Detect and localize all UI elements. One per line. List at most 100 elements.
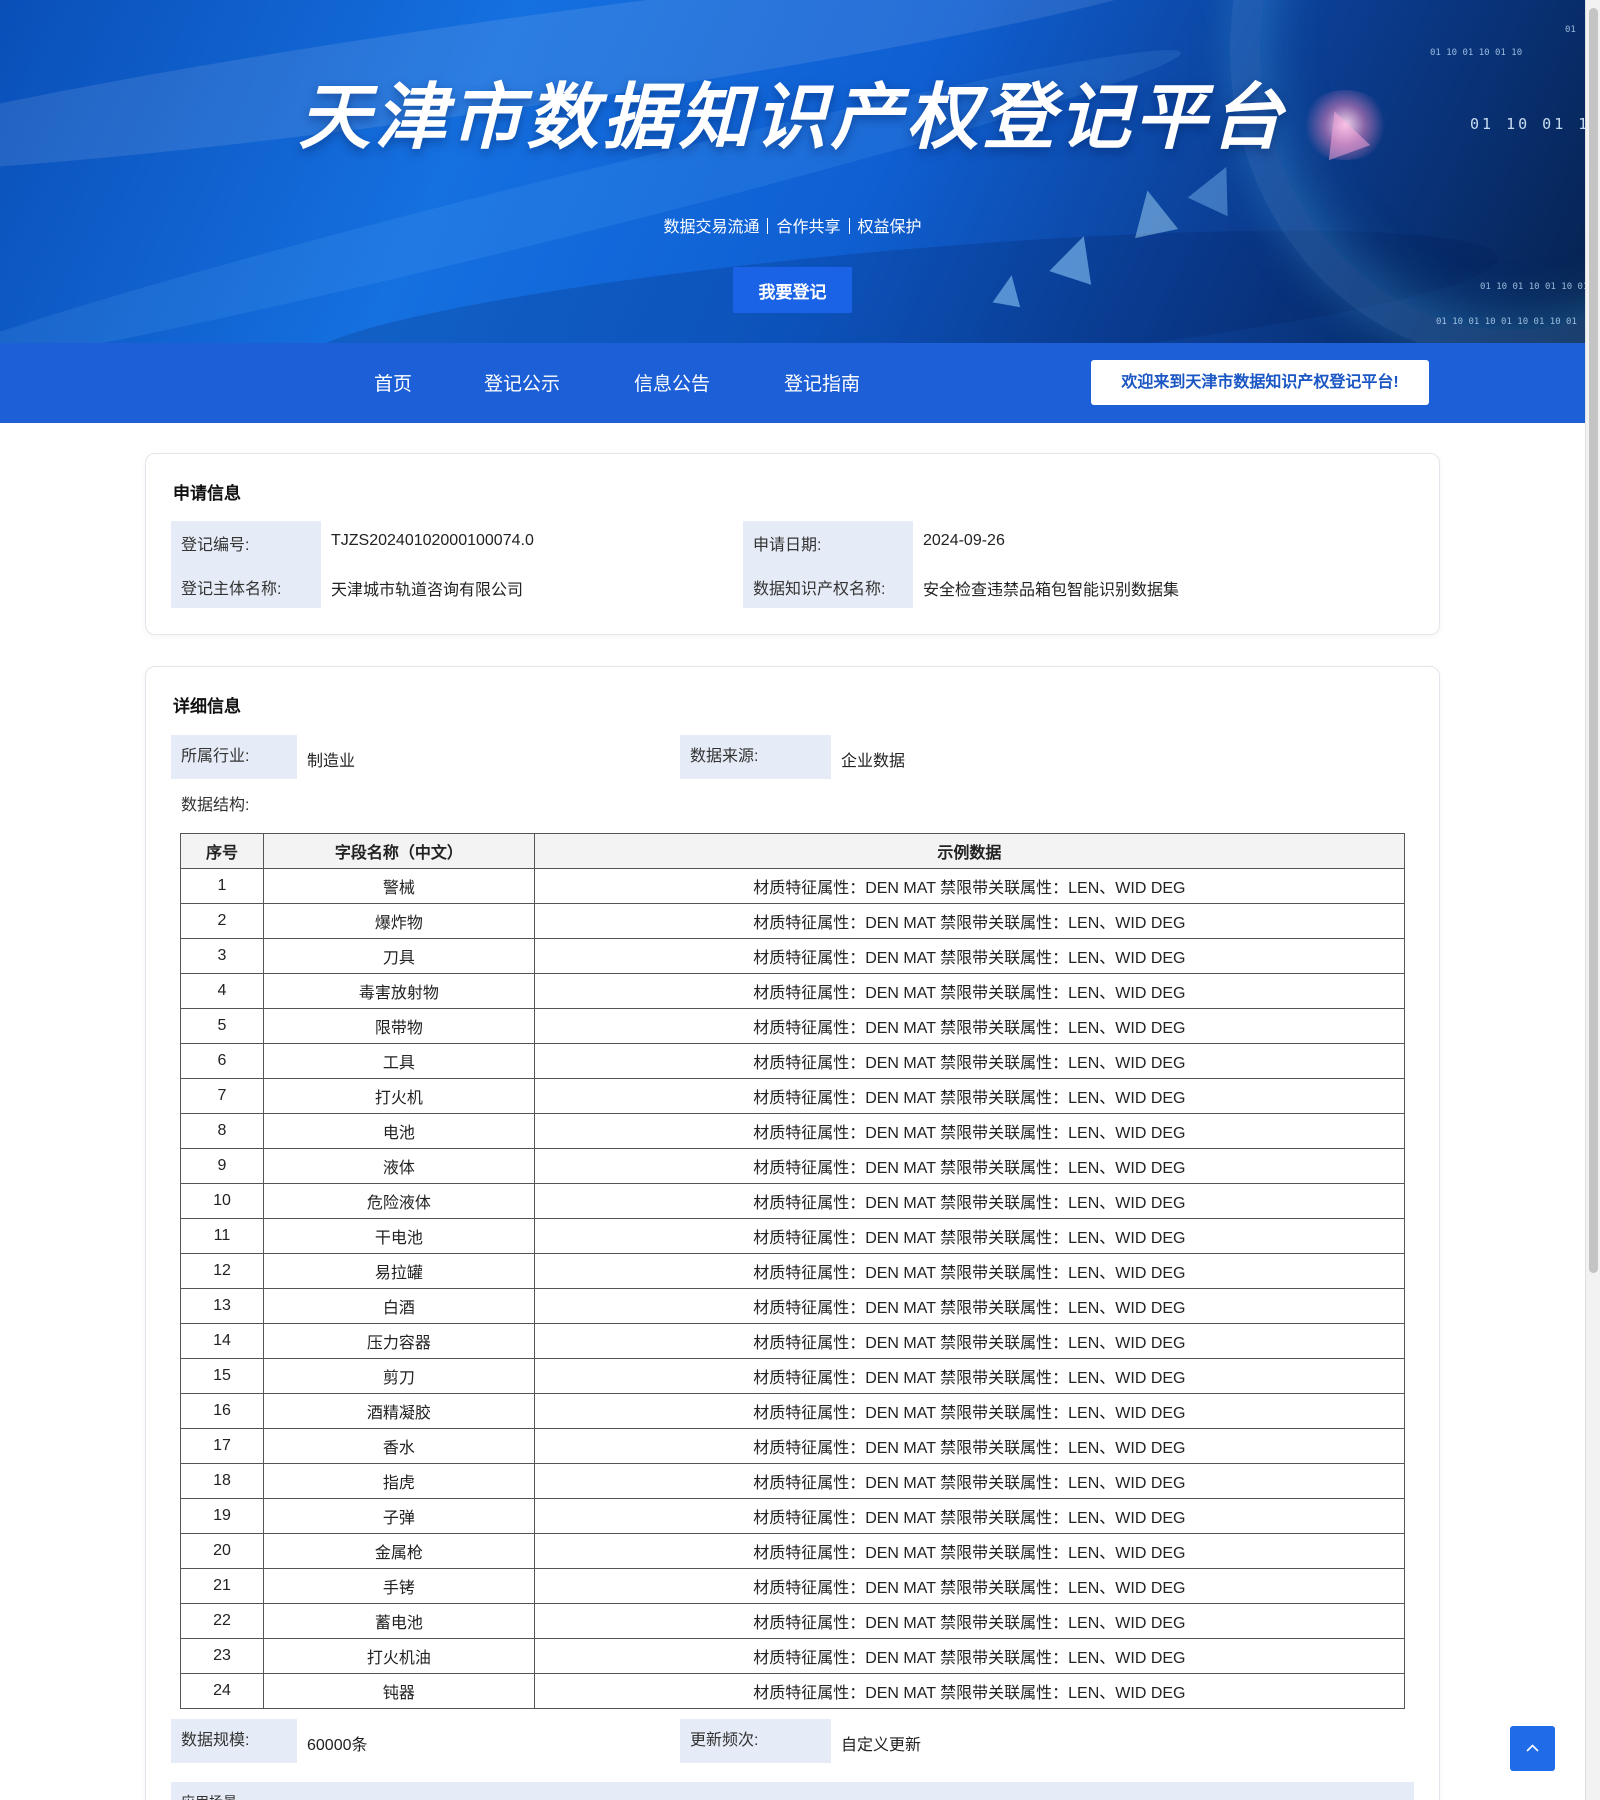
- register-button[interactable]: 我要登记: [733, 267, 852, 313]
- table-row: 8 电池 材质特征属性：DEN MAT 禁限带关联属性：LEN、WID DEG: [180, 1113, 1406, 1149]
- cell-index: 8: [180, 1113, 264, 1149]
- cell-index: 22: [180, 1603, 264, 1639]
- scrollbar-thumb[interactable]: [1589, 8, 1598, 1273]
- cell-sample-data: 材质特征属性：DEN MAT 禁限带关联属性：LEN、WID DEG: [533, 1603, 1406, 1639]
- reg-no-label: 登记编号:: [181, 537, 250, 554]
- cell-sample-data: 材质特征属性：DEN MAT 禁限带关联属性：LEN、WID DEG: [533, 1358, 1406, 1394]
- cell-index: 17: [180, 1428, 264, 1464]
- cell-field-name: 子弹: [262, 1498, 535, 1534]
- cell-field-name: 毒害放射物: [262, 973, 535, 1009]
- subtitle-divider: [767, 218, 769, 234]
- table-row: 15 剪刀 材质特征属性：DEN MAT 禁限带关联属性：LEN、WID DEG: [180, 1358, 1406, 1394]
- table-row: 13 白酒 材质特征属性：DEN MAT 禁限带关联属性：LEN、WID DEG: [180, 1288, 1406, 1324]
- page-scrollbar[interactable]: [1585, 0, 1600, 1800]
- frequency-label: 更新频次:: [680, 1719, 831, 1763]
- cell-field-name: 危险液体: [262, 1183, 535, 1219]
- card-title: 详细信息: [173, 697, 241, 716]
- table-body: 1 警械 材质特征属性：DEN MAT 禁限带关联属性：LEN、WID DEG 2 爆炸…: [180, 868, 1406, 1709]
- cell-index: 14: [180, 1323, 264, 1359]
- ip-name-value: 安全检查违禁品箱包智能识别数据集: [923, 582, 1180, 599]
- cell-index: 16: [180, 1393, 264, 1429]
- table-row: 19 子弹 材质特征属性：DEN MAT 禁限带关联属性：LEN、WID DEG: [180, 1498, 1406, 1534]
- cell-field-name: 工具: [262, 1043, 535, 1079]
- cell-index: 4: [180, 973, 264, 1009]
- cell-field-name: 液体: [262, 1148, 535, 1184]
- cell-index: 21: [180, 1568, 264, 1604]
- nav-item-announcements[interactable]: 信息公告: [634, 369, 710, 396]
- data-structure-table: 序号 字段名称（中文） 示例数据 1 警械 材质特征属性：DEN MAT 禁限带关联…: [180, 833, 1406, 1709]
- cell-field-name: 蓄电池: [262, 1603, 535, 1639]
- table-row: 2 爆炸物 材质特征属性：DEN MAT 禁限带关联属性：LEN、WID DEG: [180, 903, 1406, 939]
- cell-field-name: 打火机油: [262, 1638, 535, 1674]
- cell-sample-data: 材质特征属性：DEN MAT 禁限带关联属性：LEN、WID DEG: [533, 1008, 1406, 1044]
- cell-field-name: 指虎: [262, 1463, 535, 1499]
- table-row: 1 警械 材质特征属性：DEN MAT 禁限带关联属性：LEN、WID DEG: [180, 868, 1406, 904]
- hero-banner: 01 10 01 10 01 10 01 10 01 10 0 01 10 01…: [0, 0, 1585, 343]
- table-row: 21 手铐 材质特征属性：DEN MAT 禁限带关联属性：LEN、WID DEG: [180, 1568, 1406, 1604]
- table-row: 9 液体 材质特征属性：DEN MAT 禁限带关联属性：LEN、WID DEG: [180, 1148, 1406, 1184]
- cell-index: 23: [180, 1638, 264, 1674]
- binary-decor: 01 10 01 10 01 10 01 10 01: [1436, 317, 1577, 327]
- cell-index: 3: [180, 938, 264, 974]
- nav-item-home[interactable]: 首页: [374, 369, 412, 396]
- usage-label: 应用场景: [181, 1792, 237, 1800]
- table-row: 6 工具 材质特征属性：DEN MAT 禁限带关联属性：LEN、WID DEG: [180, 1043, 1406, 1079]
- main-nav: 首页 登记公示 信息公告 登记指南 欢迎来到天津市数据知识产权登记平台!: [0, 343, 1585, 423]
- binary-decor: 01 10 01 10 01 10 01 0: [1480, 282, 1585, 292]
- table-row: 18 指虎 材质特征属性：DEN MAT 禁限带关联属性：LEN、WID DEG: [180, 1463, 1406, 1499]
- table-row: 14 压力容器 材质特征属性：DEN MAT 禁限带关联属性：LEN、WID DEG: [180, 1323, 1406, 1359]
- table-row: 7 打火机 材质特征属性：DEN MAT 禁限带关联属性：LEN、WID DEG: [180, 1078, 1406, 1114]
- cell-field-name: 手铐: [262, 1568, 535, 1604]
- binary-decor: 01 10 01 10 01 10: [1430, 48, 1523, 58]
- cell-sample-data: 材质特征属性：DEN MAT 禁限带关联属性：LEN、WID DEG: [533, 1288, 1406, 1324]
- subject-value: 天津城市轨道咨询有限公司: [331, 582, 524, 599]
- cell-index: 12: [180, 1253, 264, 1289]
- table-row: 23 打火机油 材质特征属性：DEN MAT 禁限带关联属性：LEN、WID DEG: [180, 1638, 1406, 1674]
- cell-index: 19: [180, 1498, 264, 1534]
- cell-index: 7: [180, 1078, 264, 1114]
- cell-sample-data: 材质特征属性：DEN MAT 禁限带关联属性：LEN、WID DEG: [533, 1568, 1406, 1604]
- table-row: 24 钝器 材质特征属性：DEN MAT 禁限带关联属性：LEN、WID DEG: [180, 1673, 1406, 1709]
- table-row: 20 金属枪 材质特征属性：DEN MAT 禁限带关联属性：LEN、WID DEG: [180, 1533, 1406, 1569]
- cell-field-name: 香水: [262, 1428, 535, 1464]
- cell-field-name: 电池: [262, 1113, 535, 1149]
- table-row: 4 毒害放射物 材质特征属性：DEN MAT 禁限带关联属性：LEN、WID DEG: [180, 973, 1406, 1009]
- cell-index: 15: [180, 1358, 264, 1394]
- back-to-top-button[interactable]: [1510, 1726, 1555, 1771]
- scale-label: 数据规模:: [171, 1719, 297, 1763]
- decor-triangle: [992, 272, 1026, 308]
- cell-sample-data: 材质特征属性：DEN MAT 禁限带关联属性：LEN、WID DEG: [533, 1533, 1406, 1569]
- decor-triangle: [1187, 157, 1247, 217]
- cell-index: 20: [180, 1533, 264, 1569]
- subtitle-item: 权益保护: [857, 219, 922, 236]
- table-row: 11 干电池 材质特征属性：DEN MAT 禁限带关联属性：LEN、WID DEG: [180, 1218, 1406, 1254]
- source-value: 企业数据: [841, 753, 906, 770]
- cell-sample-data: 材质特征属性：DEN MAT 禁限带关联属性：LEN、WID DEG: [533, 1673, 1406, 1709]
- nav-item-registration-publicity[interactable]: 登记公示: [484, 369, 560, 396]
- reg-no-value: TJZS20240102000100074.0: [331, 532, 534, 549]
- cell-index: 2: [180, 903, 264, 939]
- industry-value: 制造业: [307, 753, 356, 770]
- cell-index: 10: [180, 1183, 264, 1219]
- cell-sample-data: 材质特征属性：DEN MAT 禁限带关联属性：LEN、WID DEG: [533, 1498, 1406, 1534]
- cell-sample-data: 材质特征属性：DEN MAT 禁限带关联属性：LEN、WID DEG: [533, 1113, 1406, 1149]
- hero-subtitle: 数据交易流通 合作共享 权益保护: [0, 213, 1585, 237]
- header-field-name: 字段名称（中文）: [262, 833, 535, 869]
- chevron-up-icon: [1526, 1744, 1539, 1752]
- cell-sample-data: 材质特征属性：DEN MAT 禁限带关联属性：LEN、WID DEG: [533, 1078, 1406, 1114]
- subtitle-divider: [848, 218, 850, 234]
- scale-value: 60000条: [307, 1737, 368, 1754]
- cell-field-name: 易拉罐: [262, 1253, 535, 1289]
- binary-decor: 01: [1565, 25, 1576, 35]
- cell-index: 5: [180, 1008, 264, 1044]
- source-label: 数据来源:: [680, 735, 831, 779]
- table-row: 10 危险液体 材质特征属性：DEN MAT 禁限带关联属性：LEN、WID DEG: [180, 1183, 1406, 1219]
- usage-scenario-row: 应用场景: [171, 1782, 1414, 1800]
- nav-item-guide[interactable]: 登记指南: [784, 369, 860, 396]
- cell-sample-data: 材质特征属性：DEN MAT 禁限带关联属性：LEN、WID DEG: [533, 1428, 1406, 1464]
- subject-label: 登记主体名称:: [181, 581, 282, 598]
- cell-sample-data: 材质特征属性：DEN MAT 禁限带关联属性：LEN、WID DEG: [533, 1183, 1406, 1219]
- cell-field-name: 警械: [262, 868, 535, 904]
- industry-label: 所属行业:: [171, 735, 297, 779]
- table-row: 3 刀具 材质特征属性：DEN MAT 禁限带关联属性：LEN、WID DEG: [180, 938, 1406, 974]
